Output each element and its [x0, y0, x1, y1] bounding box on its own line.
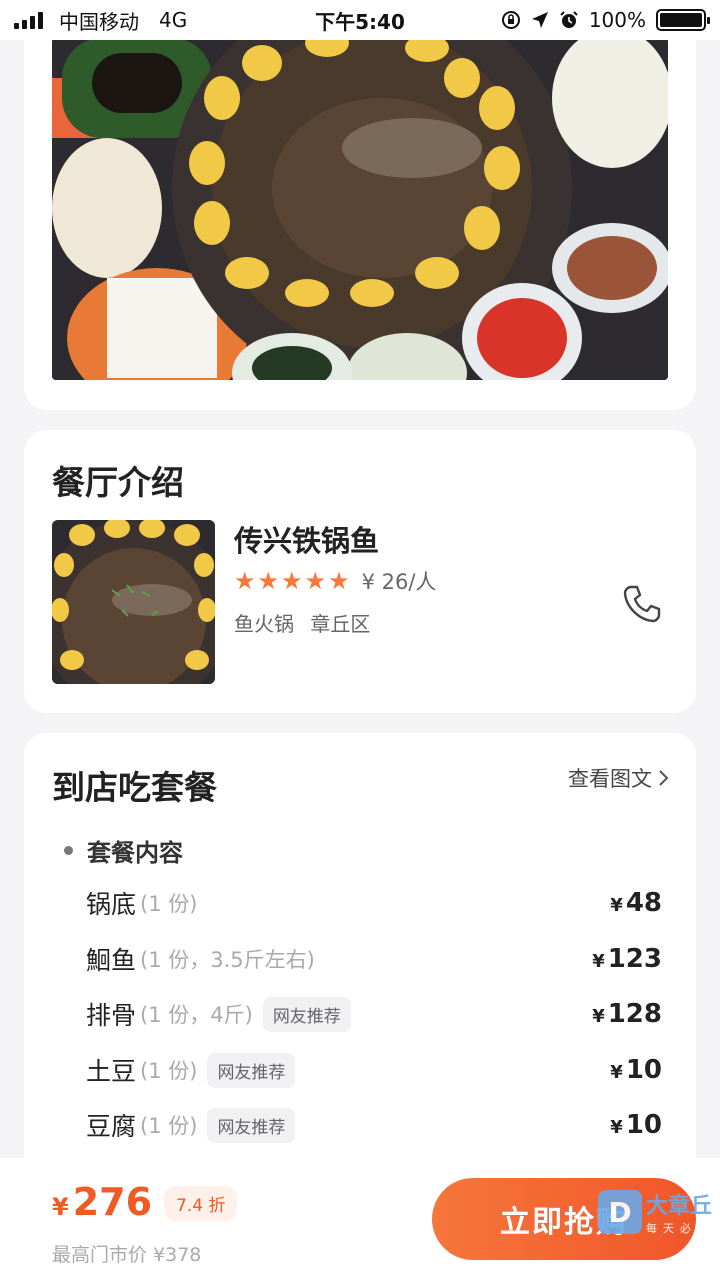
status-bar: 中国移动 4G 下午5:40 100% [0, 0, 720, 40]
package-contents-heading: 套餐内容 [64, 833, 183, 868]
price-per-person: ¥ 26/人 [361, 570, 437, 594]
item-name: 豆腐 [86, 1112, 137, 1141]
signal-icon [14, 11, 43, 29]
cuisine-tag: 鱼火锅 [234, 612, 294, 636]
package-item: 锅底 (1 份) ¥48 [86, 883, 662, 923]
item-detail: (1 份，3.5斤左右) [140, 948, 315, 972]
district-tag: 章丘区 [310, 612, 371, 636]
watermark-logo-icon: D [597, 1190, 642, 1234]
recommended-badge: 网友推荐 [207, 1052, 296, 1088]
package-contents-label: 套餐内容 [87, 839, 183, 867]
restaurant-thumbnail[interactable] [52, 520, 215, 684]
item-price: ¥10 [610, 1055, 662, 1085]
rating-row: ★★★★★ ¥ 26/人 [234, 566, 436, 596]
orientation-lock-icon [501, 11, 520, 29]
recommended-badge: 网友推荐 [262, 996, 351, 1032]
view-details-label: 查看图文 [568, 767, 652, 791]
battery-percent: 100% [588, 8, 646, 32]
package-section-title: 到店吃套餐 [52, 768, 217, 807]
item-name: 鮰鱼 [86, 946, 137, 975]
package-item: 豆腐 (1 份) 网友推荐 ¥10 [86, 1105, 662, 1145]
purchase-bar: ¥ 276 7.4 折 最高门市价 ¥378 立即抢购 D 大章丘 每天必 [0, 1158, 720, 1280]
rating-stars: ★★★★★ [234, 569, 352, 593]
star-icon: ★ [257, 567, 280, 595]
package-item: 排骨 (1 份，4斤) 网友推荐 ¥128 [86, 994, 662, 1034]
item-price: ¥123 [592, 944, 662, 974]
item-detail: (1 份) [140, 1059, 198, 1083]
phone-icon [623, 585, 661, 623]
package-item: 鮰鱼 (1 份，3.5斤左右) ¥123 [86, 939, 662, 979]
star-icon: ★ [281, 567, 303, 595]
hero-photo[interactable] [52, 38, 668, 380]
restaurant-intro-card: 餐厅介绍 传兴铁锅鱼 ★★★★★ ¥ 26/人 鱼火锅 章丘区 [24, 430, 696, 713]
location-arrow-icon [531, 12, 548, 28]
star-icon: ★ [328, 567, 350, 595]
star-icon: ★ [234, 567, 256, 595]
item-detail: (1 份) [140, 1114, 198, 1138]
package-item: 土豆 (1 份) 网友推荐 ¥10 [86, 1050, 662, 1090]
recommended-badge: 网友推荐 [207, 1107, 296, 1143]
star-icon: ★ [304, 567, 327, 595]
view-details-link[interactable]: 查看图文 [568, 763, 670, 793]
hero-card [24, 10, 696, 410]
item-price: ¥10 [610, 1110, 662, 1140]
restaurant-tags: 鱼火锅 章丘区 [234, 608, 370, 637]
intro-section-title: 餐厅介绍 [52, 463, 184, 502]
chevron-right-icon [659, 770, 669, 786]
item-detail: (1 份) [140, 892, 198, 916]
item-price: ¥48 [610, 888, 662, 918]
item-price: ¥128 [592, 999, 662, 1029]
carrier-label: 中国移动 [59, 9, 139, 34]
item-detail: (1 份，4斤) [140, 1003, 253, 1027]
item-name: 排骨 [86, 1001, 137, 1030]
restaurant-name[interactable]: 传兴铁锅鱼 [234, 518, 379, 560]
deal-price: ¥ 276 [52, 1180, 153, 1224]
bullet-icon [64, 846, 73, 855]
alarm-clock-icon [560, 11, 578, 28]
call-button[interactable] [618, 580, 666, 628]
item-name: 锅底 [86, 890, 137, 919]
watermark-logo: D 大章丘 每天必 [597, 1188, 712, 1236]
item-name: 土豆 [86, 1057, 137, 1086]
discount-badge: 7.4 折 [164, 1186, 238, 1221]
original-price: 最高门市价 ¥378 [52, 1244, 202, 1266]
network-label: 4G [159, 8, 188, 32]
battery-icon [656, 9, 710, 31]
